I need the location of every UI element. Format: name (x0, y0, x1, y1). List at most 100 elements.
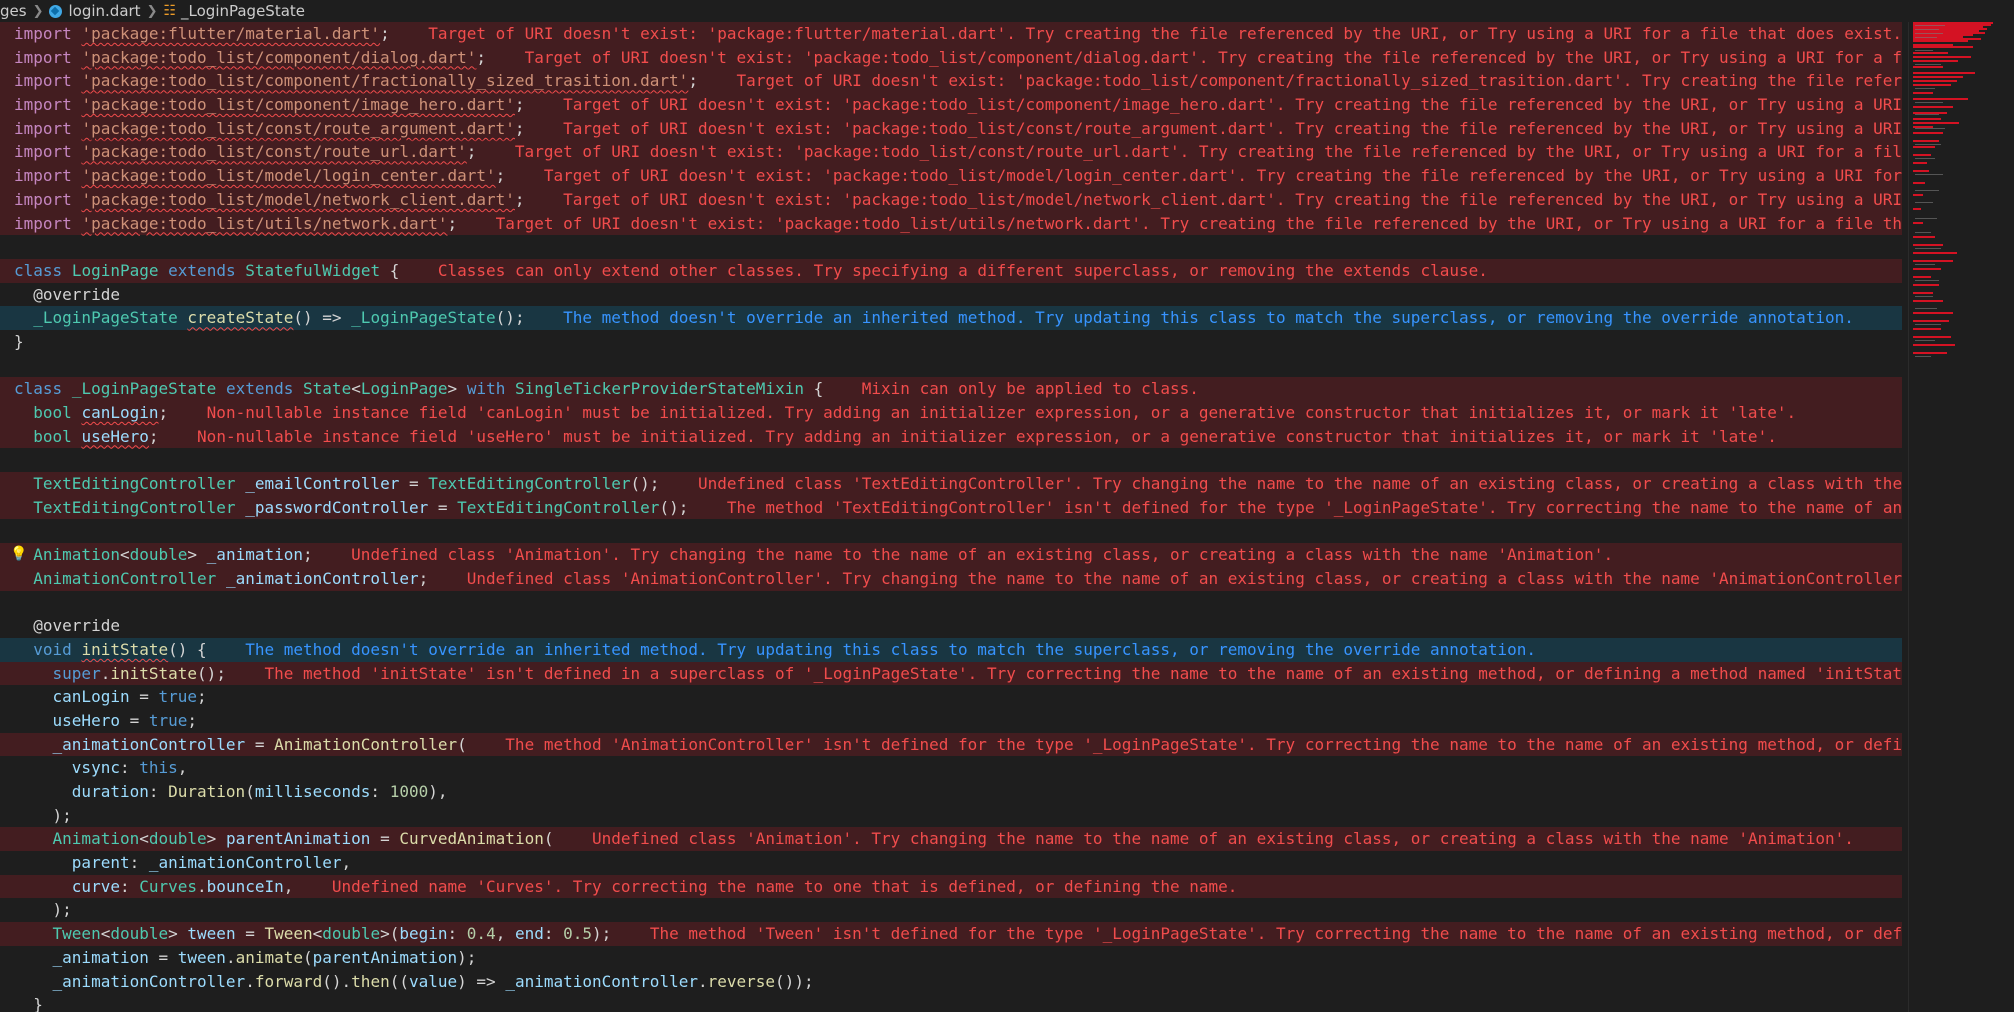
code-line[interactable]: @override (0, 614, 1902, 638)
code-text: super.initState(); The method 'initState… (14, 662, 1902, 686)
code-line[interactable] (0, 519, 1902, 543)
minimap-error-marker (1913, 260, 1953, 262)
error-lens-message: Mixin can only be applied to class. (823, 379, 1199, 399)
code-line[interactable]: } (0, 993, 1902, 1012)
code-line[interactable]: import 'package:todo_list/const/route_ar… (0, 116, 1902, 141)
minimap-code-line (1915, 324, 1941, 325)
code-line[interactable]: 💡 Animation<double> _animation; Undefine… (0, 543, 1902, 567)
code-token: vsync (71, 758, 120, 778)
code-line[interactable]: ); (0, 804, 1902, 828)
code-token: canLogin (52, 687, 130, 707)
code-line[interactable]: duration: Duration(milliseconds: 1000), (0, 780, 1902, 804)
code-text: vsync: this, (14, 756, 188, 780)
code-line[interactable]: useHero = true; (0, 709, 1902, 733)
minimap-code-line (1915, 340, 1935, 341)
code-line[interactable]: _LoginPageState createState() => _LoginP… (0, 306, 1902, 330)
code-line[interactable]: class _LoginPageState extends State<Logi… (0, 377, 1902, 401)
code-token: void (33, 639, 72, 659)
code-token: 'package:todo_list/model/login_center.da… (81, 166, 496, 186)
code-line[interactable]: import 'package:todo_list/component/imag… (0, 93, 1902, 117)
chevron-right-icon: ❯ (146, 3, 158, 19)
code-line[interactable]: AnimationController _animationController… (0, 566, 1902, 591)
code-token: 0.5 (563, 924, 593, 944)
minimap[interactable] (1908, 22, 2014, 1012)
code-line[interactable]: import 'package:todo_list/model/login_ce… (0, 164, 1902, 188)
minimap-error-marker (1913, 98, 1968, 100)
code-editor[interactable]: import 'package:flutter/material.dart'; … (0, 22, 1902, 1012)
code-text: _LoginPageState createState() => _LoginP… (14, 306, 1854, 330)
breadcrumb-file[interactable]: login.dart (68, 2, 140, 20)
code-token: 'package:flutter/material.dart' (81, 24, 381, 43)
code-line[interactable]: super.initState(); The method 'initState… (0, 661, 1902, 686)
code-line[interactable]: @override (0, 283, 1902, 307)
code-token: 1000 (389, 782, 429, 801)
code-text: TextEditingController _emailController =… (14, 472, 1902, 496)
code-line[interactable]: TextEditingController _emailController =… (0, 472, 1902, 496)
code-line[interactable]: vsync: this, (0, 756, 1902, 780)
minimap-error-marker (1913, 182, 1925, 184)
code-token: 'package:todo_list/component/dialog.dart… (81, 47, 477, 67)
code-line[interactable]: ); (0, 898, 1902, 922)
code-token: (); (630, 474, 660, 494)
code-line[interactable]: Tween<double> tween = Tween<double>(begi… (0, 922, 1902, 946)
error-lens-message: Undefined class 'TextEditingController'.… (697, 474, 1902, 494)
code-line[interactable]: void initState() { The method doesn't ov… (0, 637, 1902, 662)
code-line[interactable] (0, 591, 1902, 615)
class-symbol-icon: ☷ (163, 3, 177, 19)
minimap-error-marker (1913, 106, 1953, 108)
error-lens-message: Undefined class 'AnimationController'. T… (428, 568, 1902, 588)
code-token: . (245, 971, 255, 991)
code-line[interactable]: import 'package:todo_list/component/frac… (0, 69, 1902, 94)
breadcrumb-symbol[interactable]: _LoginPageState (181, 2, 305, 20)
code-token: ; (187, 710, 198, 730)
code-line[interactable]: import 'package:todo_list/const/route_ur… (0, 140, 1902, 165)
minimap-error-marker (1913, 320, 1949, 322)
code-line[interactable]: import 'package:todo_list/utils/network.… (0, 211, 1902, 236)
code-line[interactable]: import 'package:todo_list/model/network_… (0, 187, 1902, 212)
code-line[interactable]: parent: _animationController, (0, 851, 1902, 875)
code-token: : (119, 876, 140, 896)
code-token: = (129, 687, 159, 707)
code-token: : (129, 853, 149, 873)
minimap-error-marker (1913, 268, 1941, 270)
minimap-error-marker (1913, 154, 1931, 156)
minimap-error-marker (1913, 76, 1963, 78)
code-token: { (803, 379, 824, 399)
code-line[interactable]: _animationController.forward().then((val… (0, 970, 1902, 994)
code-token: @override (33, 616, 120, 636)
code-token: ; (158, 403, 169, 422)
code-text: import 'package:todo_list/component/dial… (14, 46, 1902, 70)
code-line[interactable] (0, 354, 1902, 378)
code-line[interactable]: class LoginPage extends StatefulWidget {… (0, 258, 1902, 283)
code-line[interactable]: curve: Curves.bounceIn, Undefined name '… (0, 874, 1902, 899)
code-token: _animationController (52, 734, 246, 754)
code-line[interactable]: bool canLogin; Non-nullable instance fie… (0, 401, 1902, 425)
code-line[interactable]: import 'package:flutter/material.dart'; … (0, 22, 1902, 46)
code-token: end (514, 924, 544, 944)
code-line[interactable]: _animation = tween.animate(parentAnimati… (0, 946, 1902, 970)
code-line[interactable]: TextEditingController _passwordControlle… (0, 495, 1902, 520)
code-line[interactable]: Animation<double> parentAnimation = Curv… (0, 827, 1902, 852)
code-line[interactable]: bool useHero; Non-nullable instance fiel… (0, 424, 1902, 449)
code-line[interactable]: _animationController = AnimationControll… (0, 732, 1902, 757)
code-line[interactable]: } (0, 330, 1902, 354)
code-token: import (14, 142, 72, 162)
code-line[interactable]: canLogin = true; (0, 685, 1902, 709)
code-token: ; (495, 166, 506, 186)
code-line[interactable]: import 'package:todo_list/component/dial… (0, 45, 1902, 70)
code-token: useHero (52, 710, 120, 730)
code-text: parent: _animationController, (14, 851, 351, 875)
code-line[interactable] (0, 448, 1902, 472)
breadcrumb-folder[interactable]: ges (0, 2, 27, 20)
code-line[interactable] (0, 235, 1902, 259)
code-token: = (148, 947, 178, 967)
